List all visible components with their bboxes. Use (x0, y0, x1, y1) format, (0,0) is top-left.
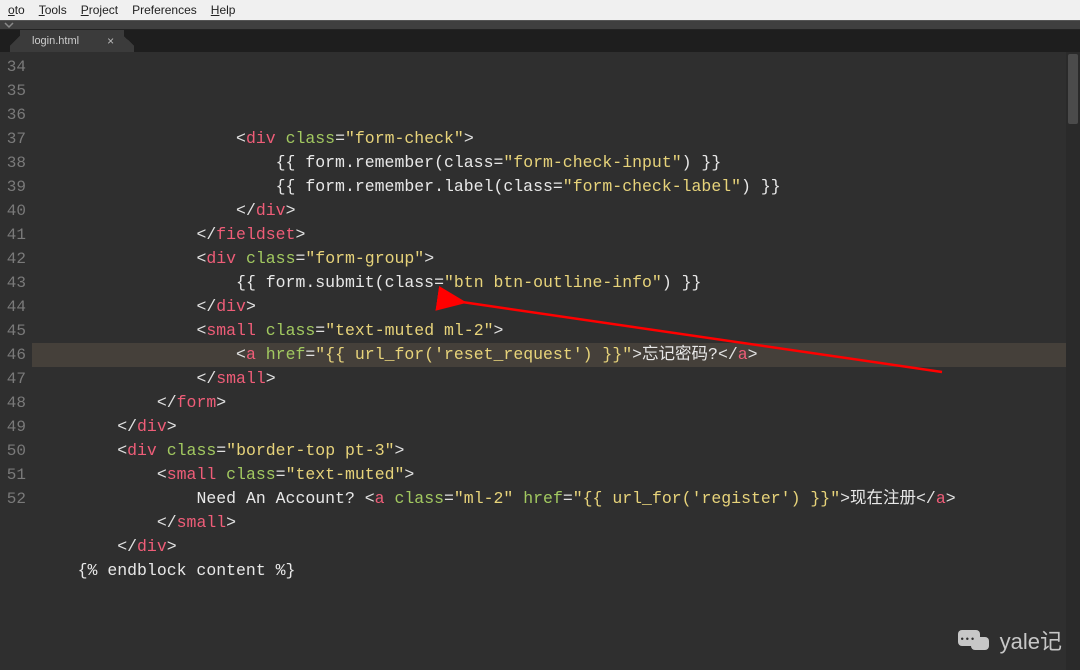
vertical-scrollbar[interactable] (1066, 52, 1080, 670)
code-line[interactable]: {{ form.remember.label(class="form-check… (32, 175, 1080, 199)
code-line[interactable]: <div class="border-top pt-3"> (32, 439, 1080, 463)
code-line[interactable]: </small> (32, 511, 1080, 535)
code-line[interactable]: <div class="form-group"> (32, 247, 1080, 271)
menu-preferences[interactable]: Preferences (126, 1, 203, 19)
code-line[interactable]: </small> (32, 367, 1080, 391)
code-area[interactable]: <div class="form-check"> {{ form.remembe… (32, 52, 1080, 670)
tab-label: login.html (32, 35, 79, 47)
tab-login-html[interactable]: login.html × (20, 30, 124, 52)
code-line[interactable]: </div> (32, 199, 1080, 223)
watermark: ••• yale记 (958, 624, 1062, 656)
wechat-icon: ••• (958, 626, 992, 654)
toolbar-strip (0, 20, 1080, 30)
code-editor[interactable]: 34353637383940414243444546474849505152 <… (0, 52, 1080, 670)
menu-help[interactable]: Help (205, 1, 242, 19)
menu-bar: oto Tools Project Preferences Help (0, 0, 1080, 20)
code-line[interactable]: <div class="form-check"> (32, 127, 1080, 151)
code-line[interactable]: </div> (32, 535, 1080, 559)
code-line[interactable]: <small class="text-muted ml-2"> (32, 319, 1080, 343)
menu-goto[interactable]: oto (2, 1, 31, 19)
code-line[interactable]: </form> (32, 391, 1080, 415)
watermark-text: yale记 (1000, 624, 1062, 656)
code-line[interactable]: {{ form.remember(class="form-check-input… (32, 151, 1080, 175)
code-line[interactable]: <a href="{{ url_for('reset_request') }}"… (32, 343, 1080, 367)
dropdown-arrow-icon[interactable] (4, 20, 14, 30)
tab-close-icon[interactable]: × (107, 35, 114, 47)
code-line[interactable]: </div> (32, 295, 1080, 319)
menu-tools[interactable]: Tools (33, 1, 73, 19)
code-line[interactable]: </div> (32, 415, 1080, 439)
code-line[interactable]: Need An Account? <a class="ml-2" href="{… (32, 487, 1080, 511)
code-line[interactable]: {{ form.submit(class="btn btn-outline-in… (32, 271, 1080, 295)
line-number-gutter: 34353637383940414243444546474849505152 (0, 52, 32, 670)
scrollbar-thumb[interactable] (1068, 54, 1078, 124)
code-line[interactable]: {% endblock content %} (32, 559, 1080, 583)
tab-bar: login.html × (0, 30, 1080, 52)
menu-project[interactable]: Project (75, 1, 124, 19)
code-line[interactable]: </fieldset> (32, 223, 1080, 247)
code-line[interactable]: <small class="text-muted"> (32, 463, 1080, 487)
